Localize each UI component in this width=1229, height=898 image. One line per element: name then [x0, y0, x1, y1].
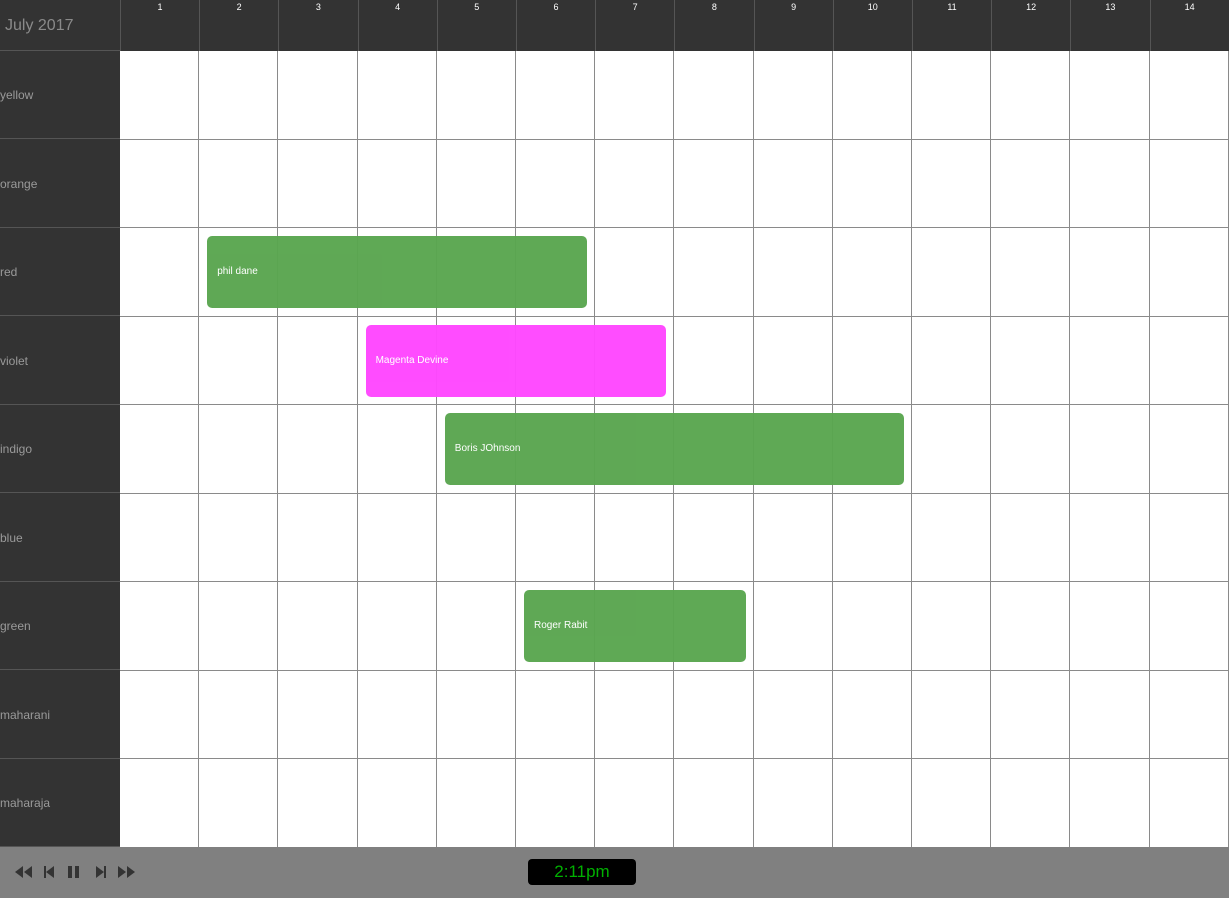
row-label-text: maharaja [0, 796, 51, 810]
event-label: Boris JOhnson [454, 443, 521, 454]
day-header-13: 13 [1070, 0, 1149, 51]
day-header-9: 9 [753, 0, 833, 51]
row-label-text: indigo [0, 442, 33, 456]
month-title: July 2017 [5, 17, 74, 34]
day-header-4: 4 [357, 0, 437, 51]
day-header-3: 3 [278, 0, 357, 51]
fast-forward-icon[interactable] [116, 864, 136, 880]
day-header-14: 14 [1149, 0, 1229, 51]
skip-forward-icon[interactable] [90, 864, 110, 880]
grid-row-line [120, 581, 1229, 582]
pause-icon[interactable] [64, 864, 84, 880]
day-header-11: 11 [912, 0, 991, 51]
grid-row-line [120, 316, 1229, 317]
grid-column-line [436, 51, 437, 847]
grid-column-line [277, 51, 278, 847]
grid-column-line [1149, 51, 1150, 847]
row-label-text: orange [0, 176, 38, 191]
schedule-grid[interactable]: phil dane Magenta Devine Boris JOhnson Roge… [120, 51, 1229, 847]
row-label-green: green [0, 582, 120, 670]
grid-column-line [1069, 51, 1070, 847]
row-label-text: green [0, 619, 31, 633]
event-block[interactable]: Boris JOhnson [444, 413, 904, 485]
row-label-blue: blue [0, 494, 120, 582]
event-block[interactable]: Roger Rabit [524, 590, 746, 662]
playback-bar: 2:11pm [0, 847, 1229, 898]
row-label-maharani: maharani [0, 671, 120, 759]
day-header: 1 2 3 4 5 6 7 8 9 10 11 12 13 14 [120, 0, 1229, 51]
day-header-8: 8 [674, 0, 753, 51]
row-label-yellow: yellow [0, 51, 120, 139]
grid-row-line [120, 227, 1229, 228]
row-labels: yellow orange red violet indigo blue green maha… [0, 51, 120, 847]
row-label-text: blue [0, 530, 23, 545]
grid-column-line [198, 51, 199, 847]
grid-row-line [120, 493, 1229, 494]
timeline-app: July 2017 1 2 3 4 5 6 7 8 9 10 11 12 13 14 yellow oran… [0, 0, 1229, 898]
event-label: phil dane [217, 266, 258, 277]
event-label: Roger Rabit [534, 620, 588, 631]
event-block[interactable]: Magenta Devine [365, 324, 667, 397]
row-label-orange: orange [0, 140, 120, 228]
row-label-maharaja: maharaja [0, 759, 120, 847]
grid-column-line [911, 51, 912, 847]
row-label-violet: violet [0, 317, 120, 405]
day-header-2: 2 [199, 0, 278, 51]
grid-row-line [120, 139, 1229, 140]
grid-column-line [990, 51, 991, 847]
skip-back-icon[interactable] [40, 864, 60, 880]
day-header-5: 5 [436, 0, 516, 51]
day-header-12: 12 [991, 0, 1070, 51]
row-label-text: maharani [0, 707, 51, 722]
row-label-text: red [0, 265, 18, 279]
row-label-indigo: indigo [0, 405, 120, 493]
grid-row-line [120, 758, 1229, 759]
row-label-text: yellow [0, 88, 34, 102]
month-title-cell: July 2017 [0, 0, 120, 51]
grid-row-line [120, 670, 1229, 671]
grid-row-line [120, 404, 1229, 405]
row-label-red: red [0, 228, 120, 316]
event-block[interactable]: phil dane [207, 236, 588, 308]
grid-column-line [357, 51, 358, 847]
day-header-10: 10 [832, 0, 912, 51]
event-label: Magenta Devine [375, 354, 449, 366]
rewind-icon[interactable] [14, 864, 34, 880]
day-header-1: 1 [120, 0, 199, 51]
row-label-text: violet [0, 353, 29, 368]
time-display: 2:11pm [528, 859, 636, 885]
day-header-7: 7 [595, 0, 674, 51]
day-header-6: 6 [516, 0, 595, 51]
